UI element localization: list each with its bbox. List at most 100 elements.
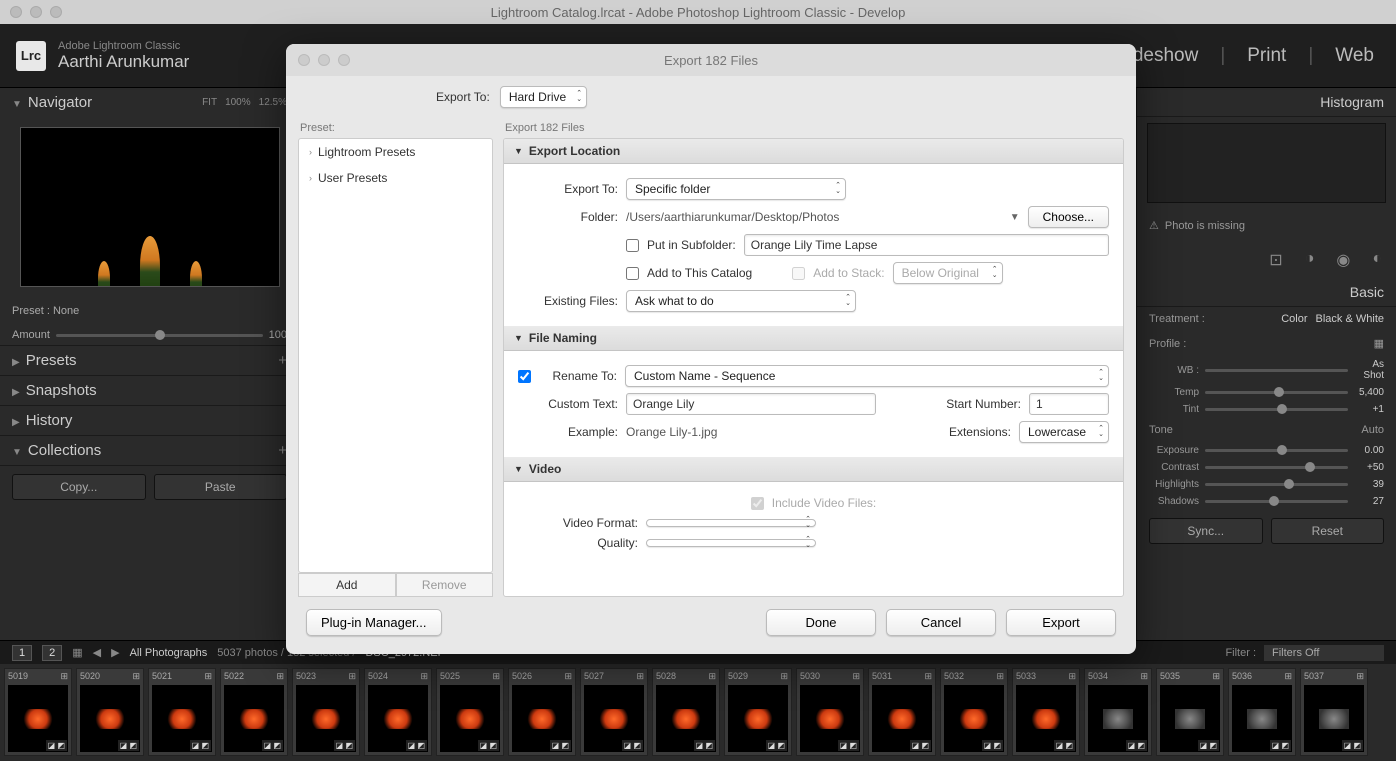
export-to-select[interactable]: Hard Drive [500,86,587,108]
spot-icon[interactable]: ◑ [1305,250,1315,270]
filmstrip-thumb[interactable]: 5029⊞◪ ◩ [724,668,792,756]
filmstrip-thumb[interactable]: 5020⊞◪ ◩ [76,668,144,756]
module-print[interactable]: Print [1241,45,1292,67]
minimize-icon[interactable] [30,6,42,18]
contrast-slider[interactable] [1205,466,1348,469]
cancel-button[interactable]: Cancel [886,609,996,636]
crop-icon[interactable]: ⊡ [1269,250,1282,270]
wb-select[interactable]: As Shot [1354,359,1384,381]
amount-slider[interactable] [56,334,263,337]
export-button[interactable]: Export [1006,609,1116,636]
filmstrip-thumb[interactable]: 5031⊞◪ ◩ [868,668,936,756]
filmstrip-thumb[interactable]: 5026⊞◪ ◩ [508,668,576,756]
filmstrip-thumb[interactable]: 5019⊞◪ ◩ [4,668,72,756]
filmstrip[interactable]: 5019⊞◪ ◩5020⊞◪ ◩5021⊞◪ ◩5022⊞◪ ◩5023⊞◪ ◩… [0,664,1396,761]
collections-panel[interactable]: Collections [28,442,101,459]
stack-position-select: Below Original [893,262,1003,284]
close-icon[interactable] [10,6,22,18]
start-number-input[interactable] [1029,393,1109,415]
zoom-icon[interactable] [50,6,62,18]
second-monitor-1[interactable]: 1 [12,645,32,661]
preset-folder-lightroom[interactable]: ›Lightroom Presets [299,139,492,165]
second-monitor-2[interactable]: 2 [42,645,62,661]
identity-name: Aarthi Arunkumar [58,52,189,72]
subfolder-input[interactable] [744,234,1109,256]
mask-icon[interactable]: ◐ [1372,250,1382,270]
treatment-bw[interactable]: Black & White [1316,313,1384,325]
custom-text-input[interactable] [626,393,876,415]
history-panel[interactable]: History [26,412,73,429]
extensions-select[interactable]: Lowercase [1019,421,1109,443]
navigator-preview[interactable] [20,127,280,287]
include-video-check [751,497,764,510]
video-format-select [646,519,816,527]
reset-button[interactable]: Reset [1271,518,1385,544]
rename-to-check[interactable] [518,370,531,383]
grid-icon[interactable]: ▦ [72,646,82,659]
copy-button[interactable]: Copy... [12,474,146,500]
exposure-slider[interactable] [1205,449,1348,452]
basic-title[interactable]: Basic [1350,284,1384,300]
app-logo: Lrc [16,41,46,71]
next-icon[interactable]: ▶ [111,646,119,659]
section-export-location[interactable]: ▼Export Location [504,139,1123,164]
tint-slider[interactable] [1205,408,1348,411]
sync-button[interactable]: Sync... [1149,518,1263,544]
highlights-slider[interactable] [1205,483,1348,486]
filmstrip-thumb[interactable]: 5037⊞◪ ◩ [1300,668,1368,756]
filmstrip-thumb[interactable]: 5023⊞◪ ◩ [292,668,360,756]
filter-select[interactable]: Filters Off [1264,645,1384,661]
location-export-to-select[interactable]: Specific folder [626,178,846,200]
preset-add-button[interactable]: Add [298,573,396,597]
filmstrip-thumb[interactable]: 5025⊞◪ ◩ [436,668,504,756]
rename-template-select[interactable]: Custom Name - Sequence [625,365,1109,387]
preset-folder-user[interactable]: ›User Presets [299,165,492,191]
section-file-naming[interactable]: ▼File Naming [504,326,1123,351]
nav-fit[interactable]: FIT [202,97,217,108]
preset-remove-button[interactable]: Remove [396,573,494,597]
temp-slider[interactable] [1205,391,1348,394]
section-video[interactable]: ▼Video [504,457,1123,482]
grid-icon[interactable]: ▦ [1374,337,1384,350]
filmstrip-thumb[interactable]: 5030⊞◪ ◩ [796,668,864,756]
existing-files-select[interactable]: Ask what to do [626,290,856,312]
disclosure-icon[interactable]: ▼ [12,99,22,110]
filmstrip-thumb[interactable]: 5022⊞◪ ◩ [220,668,288,756]
auto-button[interactable]: Auto [1361,424,1384,436]
filmstrip-thumb[interactable]: 5032⊞◪ ◩ [940,668,1008,756]
paste-button[interactable]: Paste [154,474,288,500]
add-to-catalog-check[interactable] [626,267,639,280]
filmstrip-thumb[interactable]: 5035⊞◪ ◩ [1156,668,1224,756]
choose-folder-button[interactable]: Choose... [1028,206,1109,228]
preset-header: Preset: [298,118,493,138]
presets-panel[interactable]: Presets [26,352,77,369]
filmstrip-thumb[interactable]: 5034⊞◪ ◩ [1084,668,1152,756]
shadows-slider[interactable] [1205,500,1348,503]
export-to-label: Export To: [436,90,490,104]
treatment-color[interactable]: Color [1281,313,1307,325]
put-in-subfolder-check[interactable] [626,239,639,252]
chevron-down-icon[interactable]: ▼ [1010,212,1020,223]
done-button[interactable]: Done [766,609,876,636]
filmstrip-thumb[interactable]: 5021⊞◪ ◩ [148,668,216,756]
navigator-title: Navigator [28,94,92,111]
filmstrip-thumb[interactable]: 5024⊞◪ ◩ [364,668,432,756]
dialog-close-icon[interactable] [298,54,310,66]
module-web[interactable]: Web [1329,45,1380,67]
mac-titlebar: Lightroom Catalog.lrcat - Adobe Photosho… [0,0,1396,24]
filmstrip-thumb[interactable]: 5036⊞◪ ◩ [1228,668,1296,756]
plugin-manager-button[interactable]: Plug-in Manager... [306,609,442,636]
nav-125[interactable]: 12.5% [259,97,287,108]
nav-100[interactable]: 100% [225,97,251,108]
redeye-icon[interactable]: ◉ [1336,250,1350,270]
snapshots-panel[interactable]: Snapshots [26,382,97,399]
source-label[interactable]: All Photographs [130,647,208,659]
dialog-zoom-icon[interactable] [338,54,350,66]
filmstrip-thumb[interactable]: 5033⊞◪ ◩ [1012,668,1080,756]
filmstrip-thumb[interactable]: 5027⊞◪ ◩ [580,668,648,756]
prev-icon[interactable]: ◀ [93,646,101,659]
dialog-minimize-icon[interactable] [318,54,330,66]
profile-label: Profile : [1149,338,1186,350]
filmstrip-thumb[interactable]: 5028⊞◪ ◩ [652,668,720,756]
preset-list[interactable]: ›Lightroom Presets ›User Presets [298,138,493,573]
